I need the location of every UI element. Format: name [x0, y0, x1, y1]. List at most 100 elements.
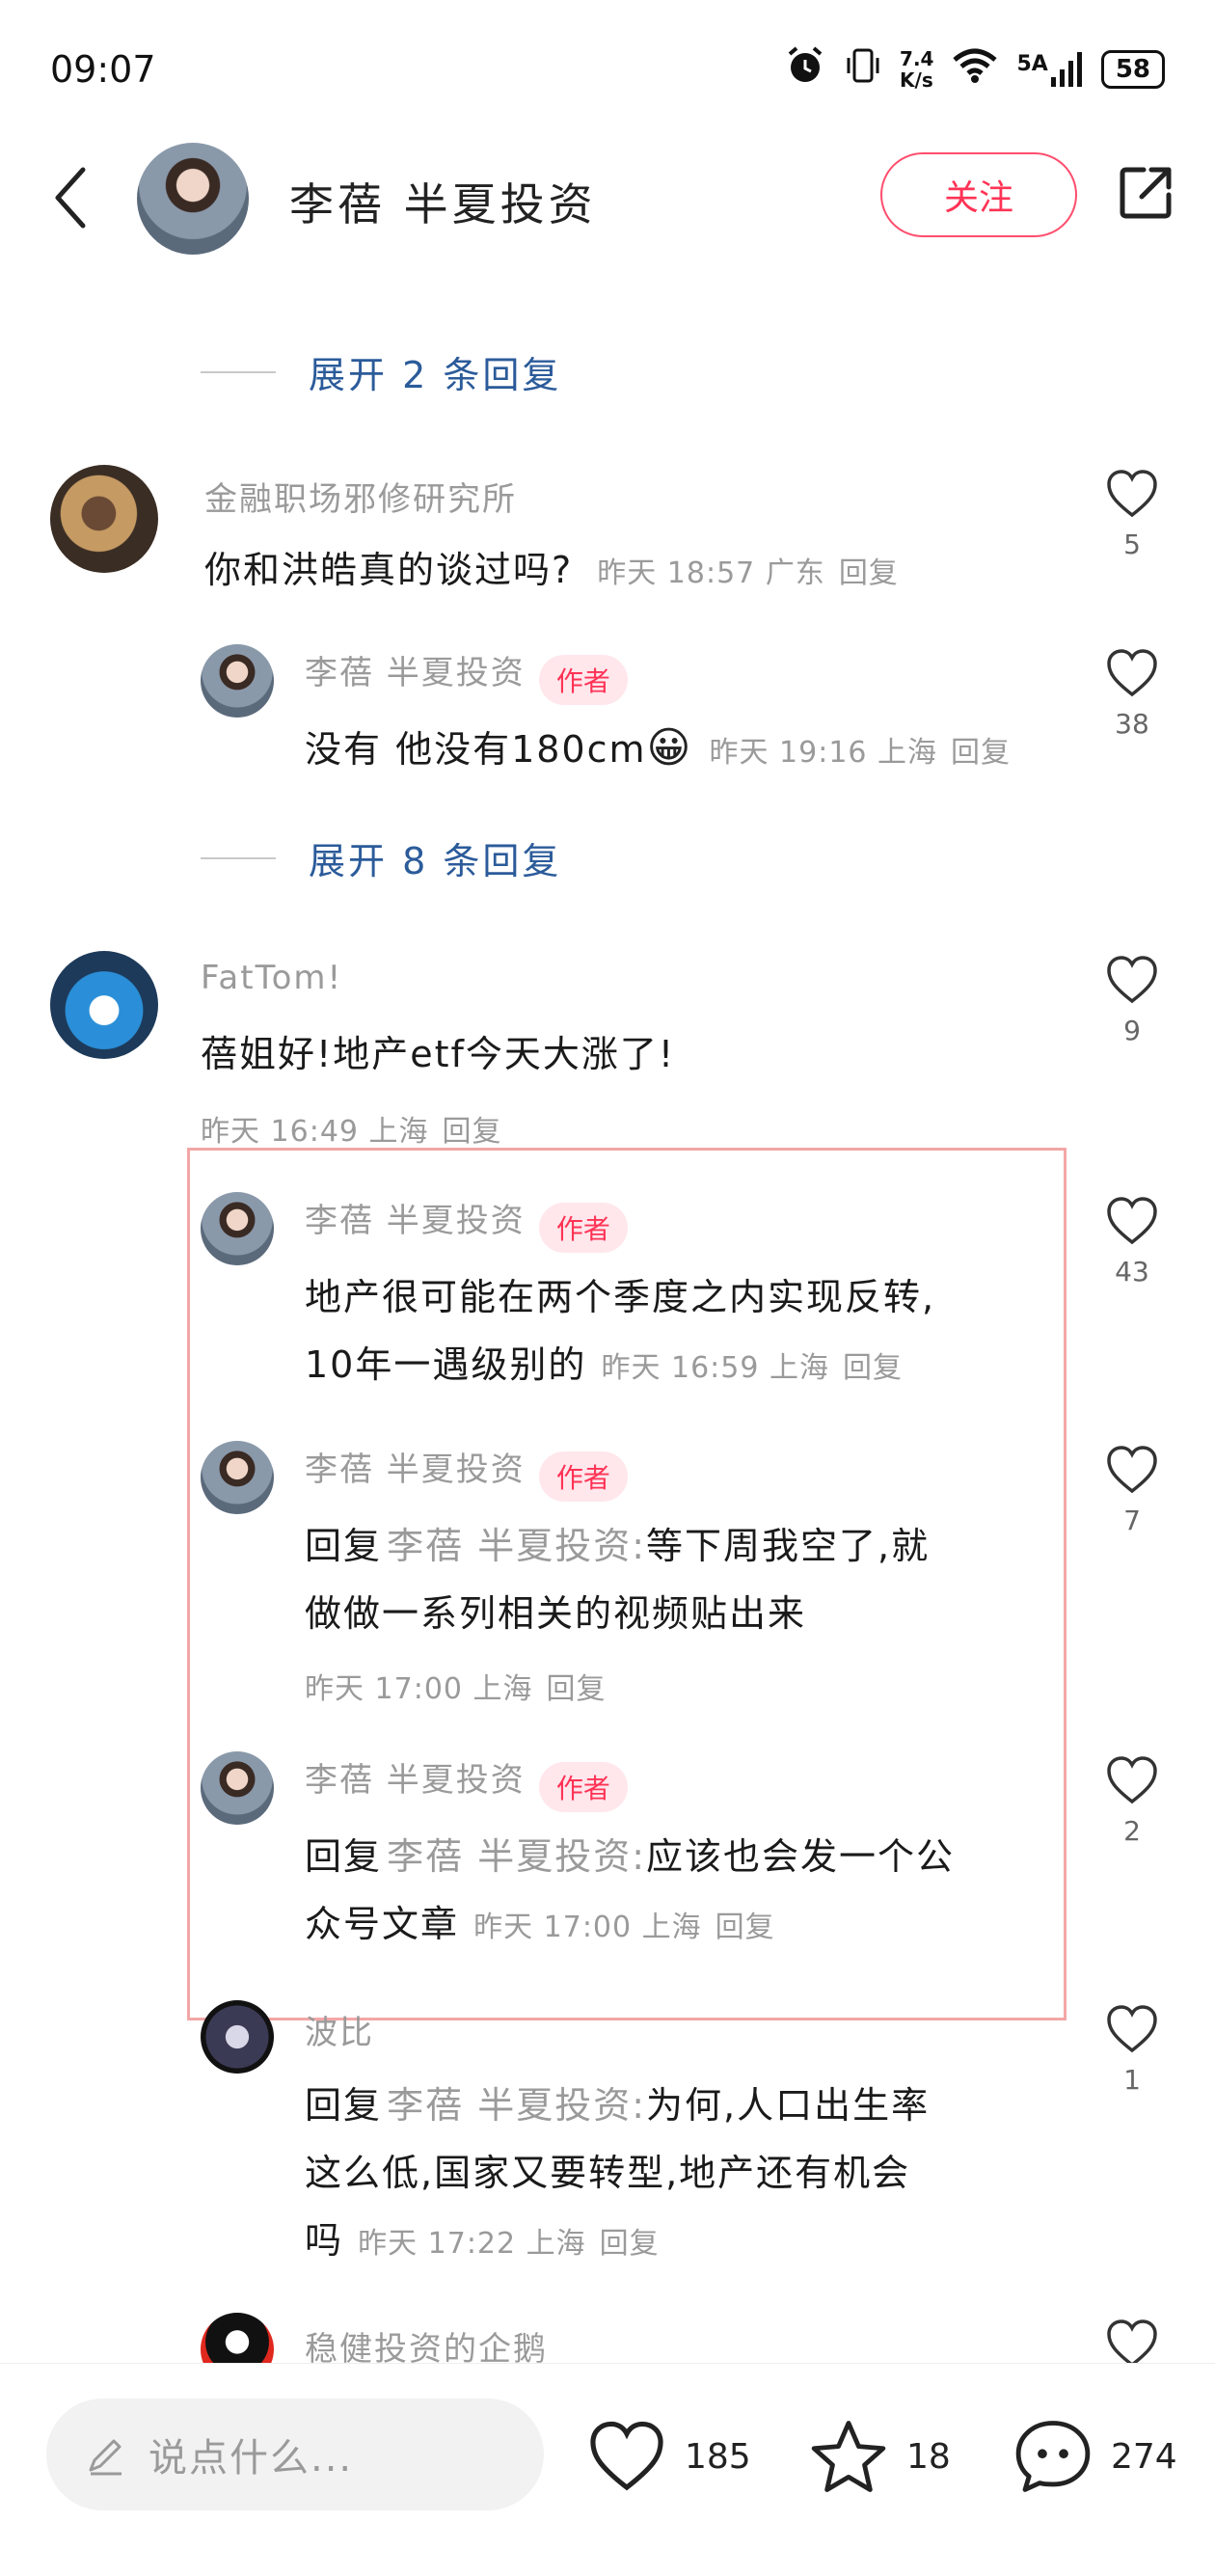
reply-button[interactable]: 回复 [839, 556, 899, 590]
vibrate-icon [844, 44, 882, 94]
comment-count: 274 [1111, 2436, 1177, 2477]
comment-text: 众号文章 [305, 1903, 460, 1945]
author-avatar[interactable] [137, 143, 249, 255]
comment-input[interactable]: 说点什么... [46, 2399, 544, 2510]
heart-icon [1107, 956, 1157, 1004]
comment-username[interactable]: 李蓓 半夏投资 [305, 1451, 526, 1489]
expand-replies-label: 展开 2 条回复 [309, 354, 562, 396]
like-count: 2 [1123, 1815, 1141, 1847]
like-button[interactable]: 9 [1103, 955, 1161, 1046]
reply-to-user[interactable]: 李蓓 半夏投资: [387, 1525, 646, 1567]
like-button[interactable]: 43 [1103, 1196, 1161, 1288]
comment-text: 这么低,国家又要转型,地产还有机会 [305, 2152, 911, 2194]
comment-text: 你和洪皓真的谈过吗? [204, 549, 574, 591]
comment-username[interactable]: 李蓓 半夏投资 [305, 1761, 526, 1800]
reply-to-user[interactable]: 李蓓 半夏投资: [387, 1835, 646, 1878]
reply-to-user[interactable]: 李蓓 半夏投资: [387, 2084, 646, 2127]
reply-prefix: 回复 [305, 2084, 383, 2127]
like-count: 5 [1123, 529, 1141, 560]
comment-username[interactable]: FatTom! [201, 959, 342, 997]
comment-text: 为何,人口出生率 [646, 2084, 931, 2127]
page-header: 李蓓 半夏投资 关注 [0, 135, 1215, 270]
divider [201, 856, 276, 859]
comment-text: 等下周我空了,就 [646, 1525, 931, 1567]
comment-header: 李蓓 半夏投资 作者 [305, 1753, 628, 1812]
heart-icon [1107, 2005, 1157, 2053]
author-badge: 作者 [538, 1761, 628, 1812]
comment-body[interactable]: 没有 他没有180cm😀 昨天 19:16 上海 回复 [305, 716, 1011, 783]
like-count: 7 [1123, 1505, 1141, 1536]
share-button[interactable] [1117, 164, 1174, 222]
cellular-icon: 5A [1016, 51, 1083, 87]
reply-button[interactable]: 回复 [716, 1911, 775, 1944]
grinning-face-emoji: 😀 [646, 723, 691, 773]
avatar[interactable] [201, 2000, 274, 2074]
heart-icon [590, 2421, 663, 2491]
like-button[interactable]: 2 [1103, 1755, 1161, 1847]
author-name[interactable]: 李蓓 半夏投资 [289, 170, 597, 233]
like-button[interactable]: 7 [1103, 1445, 1161, 1536]
author-badge: 作者 [538, 654, 628, 705]
battery-indicator: 58 [1100, 49, 1165, 89]
divider [201, 370, 276, 373]
comment-body[interactable]: 回复 李蓓 半夏投资:等下周我空了,就 做做一系列相关的视频贴出来 [305, 1512, 930, 1647]
heart-icon [1107, 1756, 1157, 1804]
like-count: 38 [1115, 708, 1149, 740]
comment-text: 10年一遇级别的 [305, 1343, 587, 1386]
comment-text: 吗 [305, 2219, 344, 2262]
comments-button[interactable]: 274 [1012, 2418, 1177, 2495]
reply-button[interactable]: 回复 [443, 1115, 502, 1149]
like-count: 9 [1123, 1015, 1141, 1046]
comment-body[interactable]: 回复 李蓓 半夏投资:为何,人口出生率 这么低,国家又要转型,地产还有机会 吗 … [305, 2072, 930, 2274]
avatar[interactable] [50, 951, 158, 1059]
author-badge: 作者 [538, 1451, 628, 1502]
reply-button[interactable]: 回复 [843, 1351, 903, 1385]
expand-replies-button[interactable]: 展开 8 条回复 [201, 831, 561, 884]
avatar[interactable] [201, 1192, 274, 1265]
reply-button[interactable]: 回复 [951, 736, 1011, 770]
bottom-action-bar: 说点什么... 185 18 274 [0, 2363, 1215, 2576]
avatar[interactable] [50, 465, 158, 573]
status-icons: 7.4 K/s 5A 58 [784, 44, 1165, 94]
net-speed: 7.4 K/s [900, 46, 934, 92]
heart-icon [1107, 1197, 1157, 1245]
comment-header: 李蓓 半夏投资 作者 [305, 1194, 628, 1253]
expand-replies-label: 展开 8 条回复 [309, 840, 562, 882]
avatar[interactable] [201, 1441, 274, 1514]
reply-prefix: 回复 [305, 1835, 383, 1878]
like-post-button[interactable]: 185 [586, 2420, 751, 2493]
back-button[interactable] [50, 164, 89, 231]
reply-button[interactable]: 回复 [600, 2227, 660, 2261]
follow-button[interactable]: 关注 [880, 152, 1077, 237]
comment-username[interactable]: 波比 [305, 2006, 374, 2053]
comment-username[interactable]: 李蓓 半夏投资 [305, 654, 526, 692]
comment-meta: 昨天 17:22 上海 回复 [358, 2227, 660, 2261]
expand-replies-button[interactable]: 展开 2 条回复 [201, 345, 561, 398]
comment-meta: 昨天 19:16 上海 回复 [709, 736, 1012, 770]
like-button[interactable]: 38 [1103, 648, 1161, 740]
like-button[interactable]: 5 [1103, 469, 1161, 560]
like-count: 1 [1123, 2064, 1141, 2096]
comment-meta: 昨天 16:59 上海 回复 [601, 1351, 903, 1385]
comment-username[interactable]: 金融职场邪修研究所 [204, 473, 517, 520]
avatar[interactable] [201, 644, 274, 718]
comment-text[interactable]: 蓓姐好!地产etf今天大涨了! [201, 1020, 675, 1088]
like-button[interactable] [1103, 2318, 1161, 2369]
status-time: 09:07 [50, 48, 156, 91]
avatar[interactable] [201, 1751, 274, 1825]
comment-body[interactable]: 地产很可能在两个季度之内实现反转, 10年一遇级别的 昨天 16:59 上海 回复 [305, 1263, 935, 1398]
comment-body[interactable]: 你和洪皓真的谈过吗? 昨天 18:57 广东 回复 [204, 536, 899, 604]
chevron-left-icon [55, 167, 86, 229]
comment-username[interactable]: 李蓓 半夏投资 [305, 1202, 526, 1240]
comment-body[interactable]: 回复 李蓓 半夏投资:应该也会发一个公 众号文章 昨天 17:00 上海 回复 [305, 1823, 955, 1958]
heart-icon [1107, 2319, 1157, 2368]
like-button[interactable]: 1 [1103, 2004, 1161, 2096]
comment-meta: 昨天 17:00 上海 回复 [305, 1672, 607, 1706]
like-count: 43 [1115, 1256, 1149, 1288]
reply-button[interactable]: 回复 [547, 1672, 607, 1706]
author-badge: 作者 [538, 1202, 628, 1253]
comment-text: 做做一系列相关的视频贴出来 [305, 1592, 807, 1635]
favorite-button[interactable]: 18 [808, 2418, 951, 2495]
alarm-icon [784, 44, 826, 94]
comment-header: 李蓓 半夏投资 作者 [305, 646, 628, 705]
